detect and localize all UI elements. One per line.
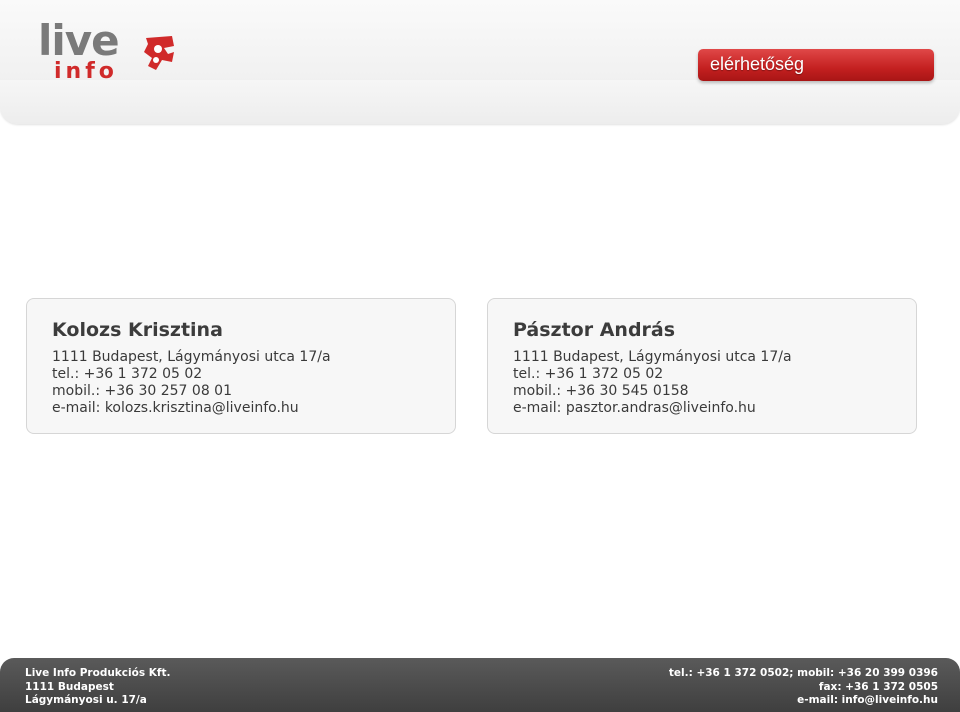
header-band — [0, 80, 960, 124]
contact-phone: tel.: +36 1 372 05 02 — [52, 366, 203, 382]
contact-phone: tel.: +36 1 372 05 02 — [513, 366, 664, 382]
page-header: live info elérhetőség — [0, 0, 960, 124]
page-footer: Live Info Produkciós Kft. 1111 Budapest … — [0, 658, 960, 712]
footer-address: Live Info Produkciós Kft. 1111 Budapest … — [25, 667, 170, 708]
contact-details: 1111 Budapest, Lágymányosi utca 17/a tel… — [52, 349, 331, 417]
contact-name: Pásztor András — [513, 319, 676, 341]
live-info-logo[interactable]: live info — [38, 20, 178, 86]
contact-mobile: mobil.: +36 30 545 0158 — [513, 383, 689, 399]
contact-details: 1111 Budapest, Lágymányosi utca 17/a tel… — [513, 349, 792, 417]
footer-fax: fax: +36 1 372 0505 — [818, 680, 938, 693]
section-title: elérhetőség — [710, 54, 805, 74]
section-title-badge: elérhetőség — [698, 49, 934, 81]
footer-contacts: tel.: +36 1 372 0502; mobil: +36 20 399 … — [669, 667, 938, 708]
contact-email[interactable]: e-mail: pasztor.andras@liveinfo.hu — [513, 400, 792, 417]
contact-card: Pásztor András 1111 Budapest, Lágymányos… — [487, 298, 917, 434]
logo-info-text: info — [54, 59, 118, 84]
contact-card: Kolozs Krisztina 1111 Budapest, Lágymány… — [26, 298, 456, 434]
logo-live-text: live — [38, 16, 120, 65]
contact-address: 1111 Budapest, Lágymányosi utca 17/a — [52, 349, 331, 365]
footer-city: 1111 Budapest — [25, 680, 114, 693]
footer-street: Lágymányosi u. 17/a — [25, 694, 147, 706]
contact-name: Kolozs Krisztina — [52, 319, 223, 341]
logo-ampersand-mark-icon — [144, 36, 174, 70]
footer-phones: tel.: +36 1 372 0502; mobil: +36 20 399 … — [668, 667, 938, 679]
contact-email[interactable]: e-mail: kolozs.krisztina@liveinfo.hu — [52, 400, 331, 417]
contact-address: 1111 Budapest, Lágymányosi utca 17/a — [513, 349, 792, 365]
footer-company: Live Info Produkciós Kft. — [25, 667, 171, 679]
contact-mobile: mobil.: +36 30 257 08 01 — [52, 383, 232, 399]
footer-email[interactable]: e-mail: info@liveinfo.hu — [669, 694, 938, 708]
